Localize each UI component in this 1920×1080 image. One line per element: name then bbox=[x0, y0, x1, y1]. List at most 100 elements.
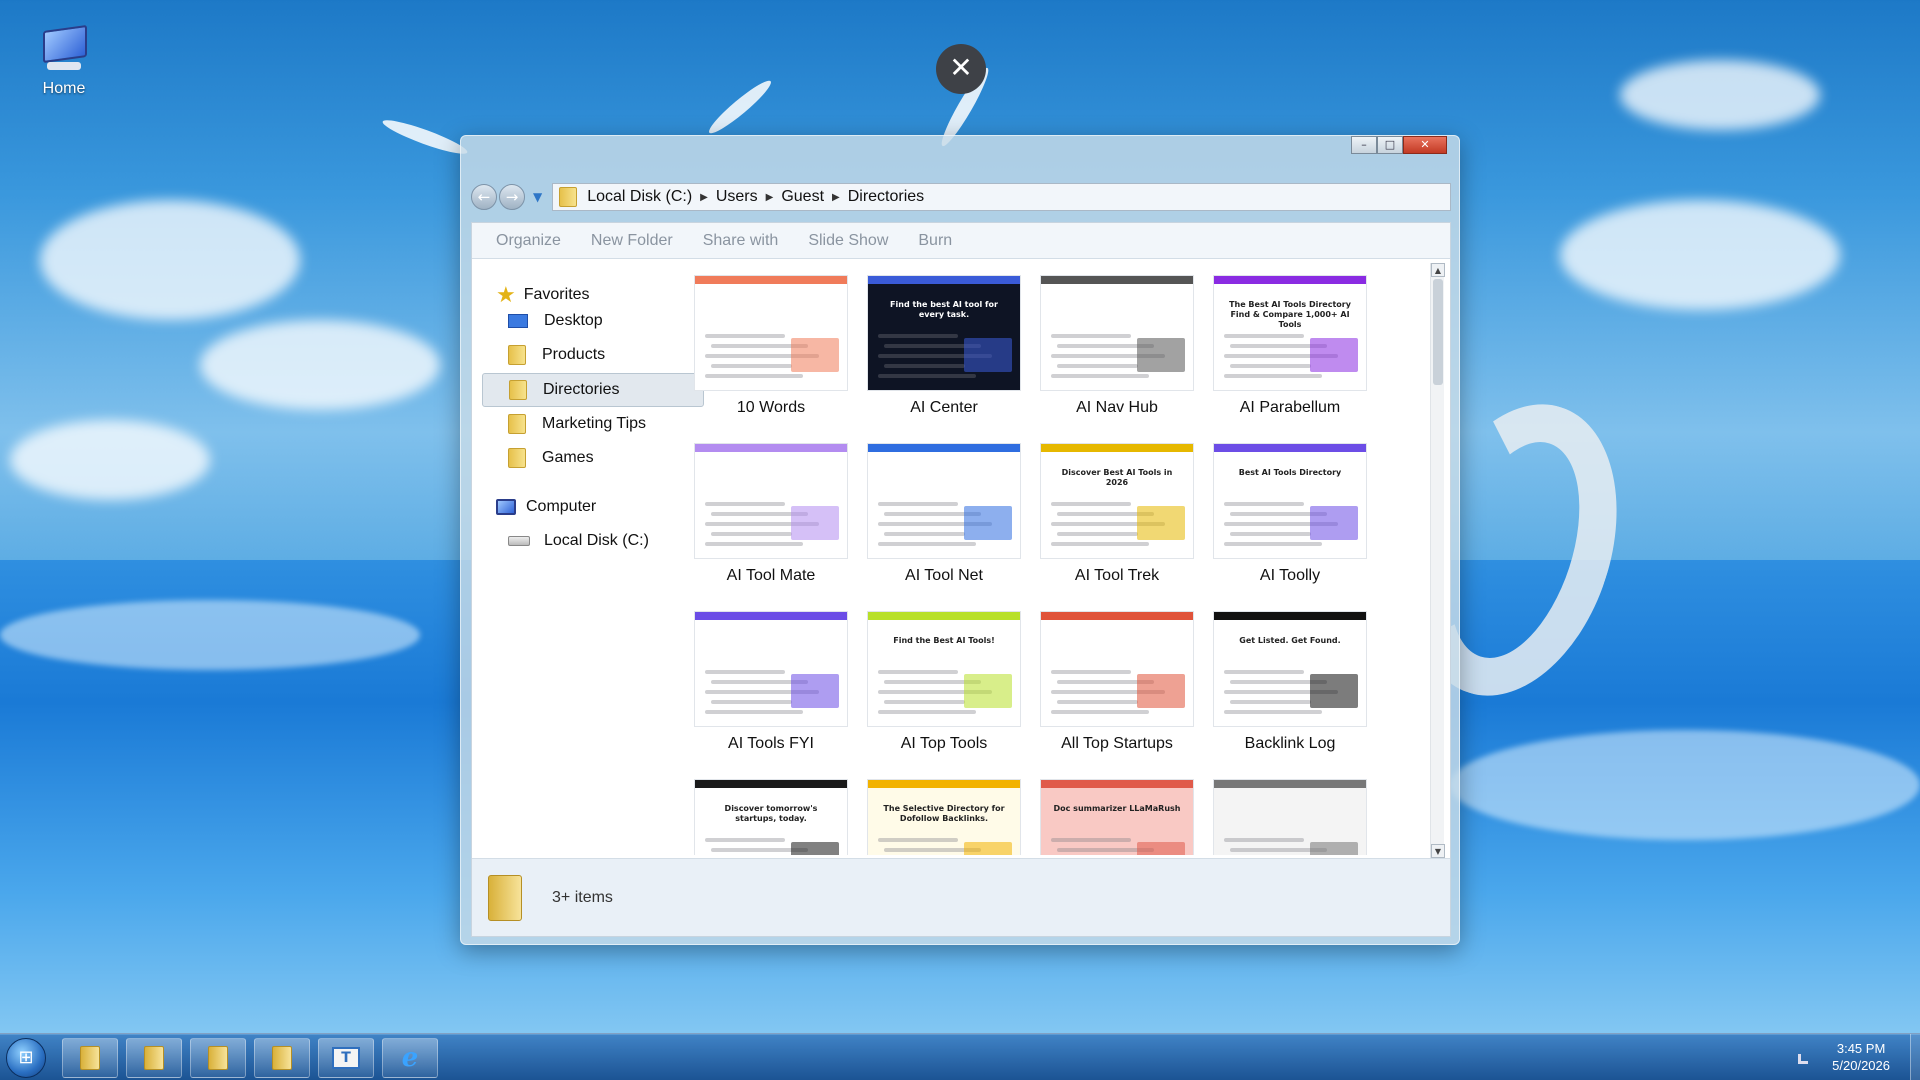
wave-splash bbox=[1450, 730, 1920, 840]
scrollbar-thumb[interactable] bbox=[1433, 279, 1443, 385]
address-bar[interactable]: Local Disk (C:) ▶ Users ▶ Guest ▶ Direct… bbox=[552, 183, 1451, 211]
thumbnail-headline: Find the Best AI Tools! bbox=[893, 636, 995, 645]
thumbnail-text-line bbox=[884, 532, 965, 536]
breadcrumb-local-disk[interactable]: Local Disk (C:) bbox=[587, 188, 692, 206]
thumbnail-image-block bbox=[964, 842, 1012, 855]
thumbnail-image-block bbox=[791, 674, 839, 708]
thumbnail-header bbox=[868, 444, 1020, 452]
thumbnail-image: Best AI Tools Directory bbox=[1213, 443, 1367, 559]
breadcrumb-guest[interactable]: Guest bbox=[781, 188, 824, 206]
thumbnail-text-line bbox=[1224, 374, 1322, 378]
thumbnail-text-line bbox=[884, 700, 965, 704]
navigation-pane: ★ Favorites Desktop Products Directories… bbox=[472, 260, 704, 856]
thumbnail-image: Discover Best AI Tools in 2026 bbox=[1040, 443, 1194, 559]
file-item[interactable]: Best AI Tools Directory AI Toolly bbox=[1213, 443, 1367, 585]
breadcrumb-separator-icon: ▶ bbox=[765, 191, 774, 203]
file-item[interactable]: 10 Words bbox=[694, 275, 848, 417]
taskbar-folder-button[interactable] bbox=[254, 1038, 310, 1078]
thumbnail-text-line bbox=[1057, 532, 1138, 536]
vertical-scrollbar[interactable]: ▲ ▼ bbox=[1430, 263, 1445, 858]
thumbnail-header bbox=[695, 612, 847, 620]
scroll-down-icon[interactable]: ▼ bbox=[1431, 844, 1445, 858]
taskbar-folder-button[interactable] bbox=[126, 1038, 182, 1078]
file-item-label: AI Center bbox=[910, 399, 978, 416]
breadcrumb-users[interactable]: Users bbox=[716, 188, 758, 206]
sidebar-item-products[interactable]: Products bbox=[482, 338, 704, 372]
thumbnail-text-line bbox=[878, 838, 958, 842]
new-folder-button[interactable]: New Folder bbox=[591, 232, 673, 250]
seagull-decoration bbox=[704, 75, 776, 139]
file-item[interactable]: Discover tomorrow's startups, today. bbox=[694, 779, 848, 855]
sidebar-item-desktop[interactable]: Desktop bbox=[482, 304, 704, 338]
file-item[interactable]: AI Tool Net bbox=[867, 443, 1021, 585]
overlay-close-button[interactable]: ✕ bbox=[936, 44, 986, 94]
thumbnail-image: Discover tomorrow's startups, today. bbox=[694, 779, 848, 855]
breadcrumb-directories[interactable]: Directories bbox=[848, 188, 924, 206]
file-item[interactable]: Find the Best AI Tools! AI Top Tools bbox=[867, 611, 1021, 753]
share-with-button[interactable]: Share with bbox=[703, 232, 779, 250]
sidebar-item-label: Directories bbox=[543, 381, 620, 398]
file-item[interactable]: Doc summarizer LLaMaRush bbox=[1040, 779, 1194, 855]
desktop-home-icon[interactable]: Home bbox=[22, 24, 106, 98]
file-item[interactable]: AI Tool Mate bbox=[694, 443, 848, 585]
taskbar-text-editor-button[interactable]: T bbox=[318, 1038, 374, 1078]
thumbnail-text-line bbox=[878, 502, 958, 506]
sidebar-item-marketing-tips[interactable]: Marketing Tips bbox=[482, 407, 704, 441]
clock-time: 3:45 PM bbox=[1836, 1041, 1886, 1056]
file-item[interactable]: AI Nav Hub bbox=[1040, 275, 1194, 417]
computer-header[interactable]: Computer bbox=[496, 498, 596, 516]
taskbar: ⊞ T e 3:45 PM 5/20/2026 bbox=[0, 1033, 1920, 1080]
back-button[interactable]: ← bbox=[471, 184, 497, 210]
file-item-label: Backlink Log bbox=[1244, 735, 1336, 752]
text-editor-icon: T bbox=[332, 1047, 360, 1069]
file-item[interactable]: The Selective Directory for Dofollow Bac… bbox=[867, 779, 1021, 855]
thumbnail-text-line bbox=[705, 710, 803, 714]
forward-button[interactable]: → bbox=[499, 184, 525, 210]
thumbnail-header bbox=[1041, 444, 1193, 452]
close-window-button[interactable]: ✕ bbox=[1403, 136, 1447, 154]
start-button[interactable]: ⊞ bbox=[6, 1038, 46, 1078]
sidebar-item-local-disk[interactable]: Local Disk (C:) bbox=[482, 524, 704, 558]
thumbnail-header bbox=[695, 276, 847, 284]
thumbnail-header bbox=[695, 780, 847, 788]
minimize-button[interactable]: – bbox=[1351, 136, 1377, 154]
slide-show-button[interactable]: Slide Show bbox=[808, 232, 888, 250]
folder-icon bbox=[208, 1046, 228, 1070]
sidebar-item-directories[interactable]: Directories bbox=[482, 373, 704, 407]
thumbnail-header bbox=[1041, 276, 1193, 284]
thumbnail-headline: The Selective Directory for Dofollow Bac… bbox=[883, 804, 1005, 823]
file-item[interactable]: Get Listed. Get Found. Backlink Log bbox=[1213, 611, 1367, 753]
sidebar-item-games[interactable]: Games bbox=[482, 441, 704, 475]
thumbnail-image-block bbox=[791, 338, 839, 372]
file-item[interactable]: AI Tools FYI bbox=[694, 611, 848, 753]
network-icon[interactable] bbox=[1798, 1054, 1808, 1064]
system-clock[interactable]: 3:45 PM 5/20/2026 bbox=[1832, 1040, 1890, 1074]
thumbnail-text-line bbox=[705, 542, 803, 546]
thumbnail-image-block bbox=[1137, 506, 1185, 540]
thumbnail-image: Get Listed. Get Found. bbox=[1213, 611, 1367, 727]
maximize-button[interactable]: □ bbox=[1377, 136, 1403, 154]
scroll-up-icon[interactable]: ▲ bbox=[1431, 263, 1445, 277]
thumbnail-text-line bbox=[878, 710, 976, 714]
taskbar-folder-button[interactable] bbox=[190, 1038, 246, 1078]
thumbnail-image-block bbox=[964, 338, 1012, 372]
burn-button[interactable]: Burn bbox=[918, 232, 952, 250]
file-item[interactable]: All Top Startups bbox=[1040, 611, 1194, 753]
history-dropdown-icon[interactable]: ▼ bbox=[533, 190, 542, 204]
thumbnail-header bbox=[1214, 444, 1366, 452]
file-item[interactable]: Find the best AI tool for every task. AI … bbox=[867, 275, 1021, 417]
thumbnail-text-line bbox=[1230, 700, 1311, 704]
cloud-decoration bbox=[200, 320, 440, 410]
show-desktop-button[interactable] bbox=[1910, 1034, 1920, 1080]
file-item[interactable]: The Best AI Tools Directory Find & Compa… bbox=[1213, 275, 1367, 417]
thumbnail-header bbox=[695, 444, 847, 452]
file-item[interactable] bbox=[1213, 779, 1367, 855]
taskbar-folder-button[interactable] bbox=[62, 1038, 118, 1078]
organize-button[interactable]: Organize bbox=[496, 232, 561, 250]
thumbnail-image-block bbox=[791, 506, 839, 540]
file-item-label: AI Nav Hub bbox=[1076, 399, 1158, 416]
taskbar-browser-button[interactable]: e bbox=[382, 1038, 438, 1078]
folder-icon bbox=[488, 874, 522, 921]
file-item[interactable]: Discover Best AI Tools in 2026 AI Tool Tr… bbox=[1040, 443, 1194, 585]
thumbnail-image-block bbox=[1310, 674, 1358, 708]
